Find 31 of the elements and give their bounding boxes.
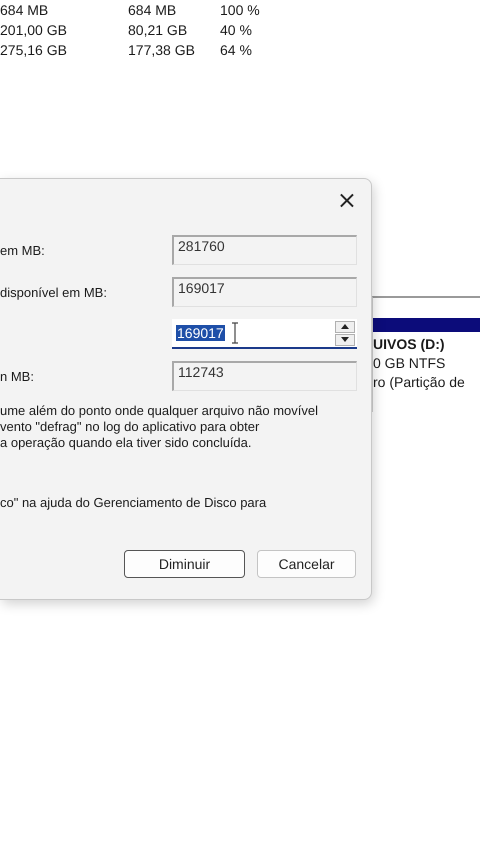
table-cell-text: 684 MB [128,2,178,18]
partition-label: 0 GB NTFS [373,355,446,371]
readonly-field: 169017 [172,277,357,307]
readonly-field: 281760 [172,235,357,265]
text-cursor-icon [230,322,239,344]
readonly-field: 112743 [172,361,357,391]
field-label: disponível em MB: [0,284,108,300]
spin-down-button[interactable] [335,334,355,346]
table-cell-text: 201,00 GB [0,22,68,38]
table-cell-text: 100 % [220,2,261,18]
info-text-line: a operação quando ela tiver sido concluída. [0,435,253,451]
caret-down-icon [341,337,349,342]
cancel-button[interactable]: Cancelar [257,550,356,578]
table-cell-text: 177,38 GB [128,42,196,58]
table-cell-text: 64 % [220,42,253,58]
shrink-size-field[interactable]: 169017 [172,319,357,349]
table-cell-text: 275,16 GB [0,42,68,58]
help-text-line: co" na ajuda do Gerenciamento de Disco para [0,495,268,510]
shrink-button[interactable]: Diminuir [124,550,245,578]
field-label: n MB: [0,368,35,384]
caret-up-icon [341,324,349,329]
partition-label: UIVOS (D:) [373,336,446,352]
info-text-line: vento "defrag" no log do aplicativo para obter [0,419,260,435]
table-cell-text: 684 MB [0,2,50,18]
partition-label: ro (Partição de [373,374,466,390]
table-cell-text: 80,21 GB [128,22,188,38]
table-cell-text: 40 % [220,22,253,38]
spin-up-button[interactable] [335,320,355,332]
field-label: em MB: [0,242,46,258]
close-button[interactable]: × [332,187,361,213]
info-text-line: ume além do ponto onde qualquer arquivo não movível [0,403,319,419]
